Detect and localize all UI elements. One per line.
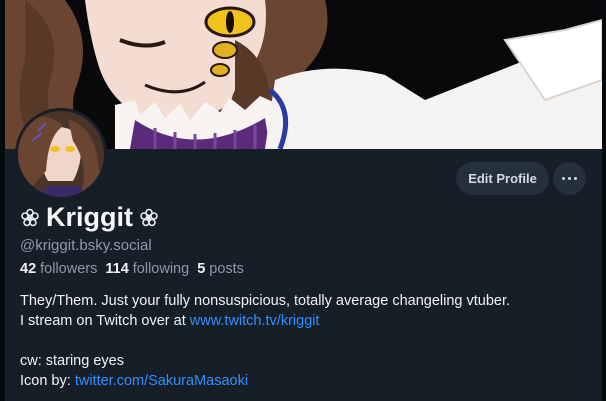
more-options-button[interactable]	[553, 162, 586, 195]
flower-icon	[21, 208, 39, 226]
avatar-artwork	[18, 111, 104, 197]
bio-line: They/Them. Just your fully nonsuspicious…	[20, 293, 511, 309]
bio-text: I stream on Twitch over at	[20, 313, 190, 329]
bio-text: Icon by:	[20, 373, 75, 389]
following-label: following	[132, 261, 190, 277]
posts-count: 5	[197, 261, 206, 277]
bio-line: I stream on Twitch over at www.twitch.tv…	[20, 311, 590, 331]
bio-line: cw: staring eyes	[20, 353, 124, 369]
followers-stat[interactable]: 42 followers	[20, 261, 97, 277]
followers-label: followers	[40, 261, 98, 277]
display-name-row: Kriggit	[20, 202, 159, 233]
twitter-link[interactable]: twitter.com/SakuraMasaoki	[75, 373, 248, 389]
profile-stats: 42 followers 114 following 5 posts	[20, 261, 244, 277]
following-count: 114	[105, 261, 129, 277]
avatar[interactable]	[15, 108, 107, 200]
bio-line: Icon by: twitter.com/SakuraMasaoki	[20, 371, 590, 391]
flower-icon	[140, 208, 158, 226]
followers-count: 42	[20, 261, 37, 277]
profile-bio: They/Them. Just your fully nonsuspicious…	[20, 291, 590, 391]
display-name: Kriggit	[46, 202, 133, 232]
following-stat[interactable]: 114 following	[105, 261, 189, 277]
bio-spacer	[20, 331, 590, 351]
posts-label: posts	[209, 261, 244, 277]
twitch-link[interactable]: www.twitch.tv/kriggit	[190, 313, 320, 329]
posts-stat: 5 posts	[197, 261, 244, 277]
edit-profile-button[interactable]: Edit Profile	[456, 162, 549, 195]
ellipsis-icon	[561, 177, 579, 180]
window-edge-right	[602, 0, 606, 401]
profile-handle: @kriggit.bsky.social	[20, 237, 152, 254]
